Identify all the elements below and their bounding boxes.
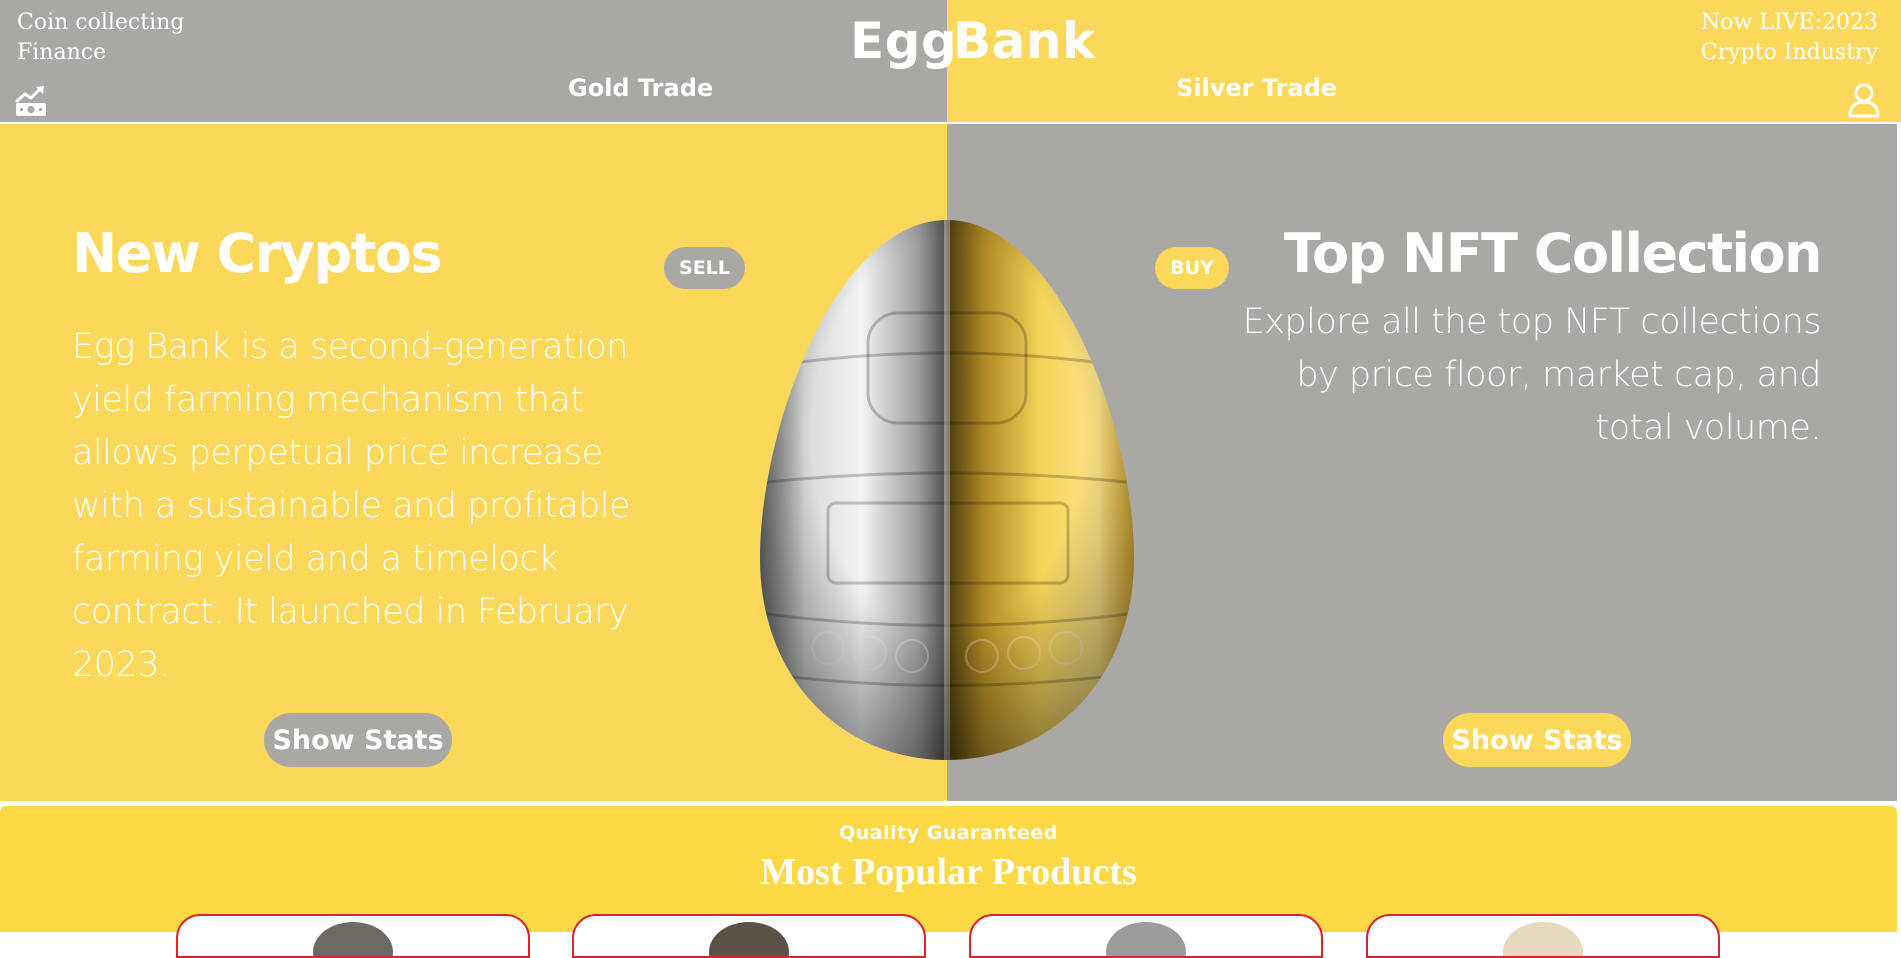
tagline-finance: Finance	[17, 40, 107, 65]
logo-bank[interactable]: Bank	[953, 10, 1096, 72]
user-icon[interactable]	[1847, 82, 1881, 118]
egg-coin-image	[758, 218, 1136, 762]
product-thumbnail	[709, 922, 789, 956]
product-thumbnail	[1503, 922, 1583, 956]
show-stats-button-right[interactable]: Show Stats	[1443, 713, 1631, 767]
most-popular-products-heading: Most Popular Products	[760, 851, 1137, 893]
logo-egg[interactable]: Egg	[850, 10, 957, 72]
product-card[interactable]	[969, 914, 1323, 958]
show-stats-button-left[interactable]: Show Stats	[264, 713, 452, 767]
sell-button[interactable]: SELL	[664, 247, 745, 289]
header-tagline-right: Now LIVE:2023 Crypto Industry	[1701, 8, 1878, 68]
chart-money-icon[interactable]	[14, 84, 48, 118]
top-nft-description: Explore all the top NFT collections by p…	[1242, 302, 1822, 448]
tagline-crypto-industry: Crypto Industry	[1700, 40, 1878, 65]
product-card[interactable]	[176, 914, 530, 958]
tagline-coin-collecting: Coin collecting	[17, 10, 185, 35]
top-nft-heading: Top NFT Collection	[1283, 222, 1823, 285]
nav-gold-trade[interactable]: Gold Trade	[568, 72, 713, 104]
tagline-now-live: Now LIVE:2023	[1701, 10, 1878, 35]
product-card[interactable]	[1366, 914, 1720, 958]
product-thumbnail	[1106, 922, 1186, 956]
product-thumbnail	[313, 922, 393, 956]
nav-silver-trade[interactable]: Silver Trade	[1176, 72, 1337, 104]
quality-guaranteed-label: Quality Guaranteed	[839, 822, 1058, 844]
new-cryptos-description: Egg Bank is a second-generation yield fa…	[72, 327, 631, 685]
product-card[interactable]	[572, 914, 926, 958]
buy-button[interactable]: BUY	[1155, 247, 1229, 289]
page-right-edge	[1897, 124, 1901, 801]
header-tagline-left: Coin collecting Finance	[17, 8, 184, 68]
new-cryptos-heading: New Cryptos	[72, 222, 443, 285]
